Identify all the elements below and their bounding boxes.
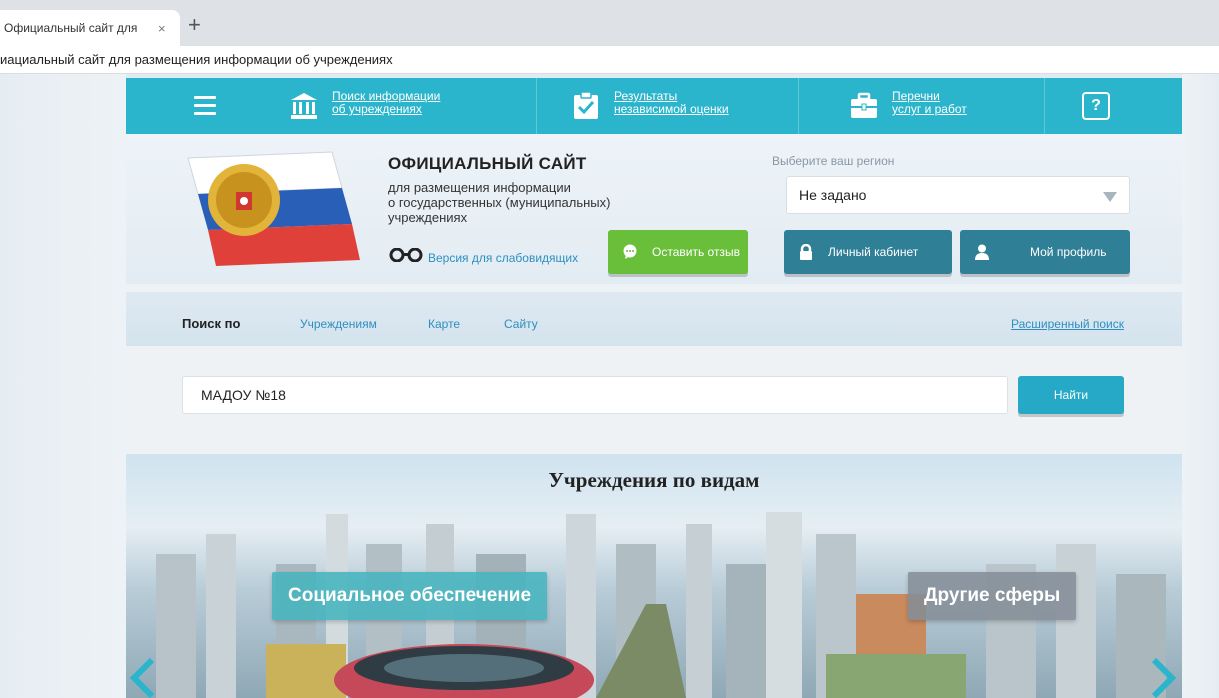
leave-feedback-button[interactable]: Оставить отзыв [608,230,748,274]
tab-title: Официальный сайт для [4,21,138,35]
browser-tab-bar: Официальный сайт для × + [0,0,1219,46]
category-social-security[interactable]: Социальное обеспечение [272,572,548,620]
institution-types-banner: Учреждения по видам Социальное обеспечен… [126,454,1182,698]
background-right [1182,74,1219,698]
advanced-search-link[interactable]: Расширенный поиск [1011,317,1124,331]
tab-map[interactable]: Карте [428,317,460,331]
find-button[interactable]: Найти [1018,376,1124,414]
nav-services-lists[interactable]: Перечни услуг и работ [846,88,967,124]
banner-title: Учреждения по видам [548,468,760,492]
browser-tab[interactable]: Официальный сайт для × [0,10,180,46]
tab-site[interactable]: Сайту [504,317,538,331]
search-area: Найти [126,346,1182,454]
carousel-prev-icon[interactable] [129,657,156,698]
nav-evaluation-results-label: Результаты независимой оценки [614,89,729,116]
category-other-spheres[interactable]: Другие сферы [908,572,1077,620]
region-select[interactable]: Не задано [786,176,1130,214]
chat-bubble-icon [622,244,638,260]
nav-divider [536,78,537,134]
user-icon [974,244,990,260]
my-profile-button[interactable]: Мой профиль [960,230,1130,274]
nav-evaluation-results[interactable]: Результаты независимой оценки [568,88,729,124]
site-title: ОФИЦИАЛЬНЫЙ САЙТ [388,154,587,173]
low-vision-version-link[interactable]: Версия для слабовидящих [388,247,579,267]
carousel-next-icon[interactable] [1150,657,1177,698]
page: Поиск информации об учреждениях Результа… [0,74,1219,698]
glasses-icon [388,247,424,267]
background-left [0,74,126,698]
personal-cabinet-button[interactable]: Личный кабинет [784,230,952,274]
help-icon[interactable]: ? [1082,92,1110,120]
nav-divider [798,78,799,134]
coat-of-arms-flag-logo[interactable] [182,148,360,272]
region-label: Выберите ваш регион [772,154,895,168]
briefcase-icon [846,88,882,124]
institution-icon [286,88,322,124]
close-tab-icon[interactable]: × [158,21,166,36]
personal-cabinet-label: Личный кабинет [828,245,919,259]
nav-search-institutions-label: Поиск информации об учреждениях [332,89,441,116]
search-by-label: Поиск по [182,316,241,331]
site-header: ОФИЦИАЛЬНЫЙ САЙТ для размещения информац… [126,134,1182,284]
nav-services-lists-label: Перечни услуг и работ [892,89,967,116]
address-bar[interactable]: иациальный сайт для размещения информаци… [0,46,1219,74]
top-navigation: Поиск информации об учреждениях Результа… [126,78,1182,134]
nav-search-institutions[interactable]: Поиск информации об учреждениях [286,88,440,124]
menu-icon[interactable] [194,96,216,116]
lock-icon [798,244,814,260]
dropdown-arrow-icon [1103,192,1117,202]
nav-divider [1044,78,1045,134]
my-profile-label: Мой профиль [1030,245,1107,259]
checklist-icon [568,88,604,124]
new-tab-button[interactable]: + [188,14,201,36]
leave-feedback-label: Оставить отзыв [652,245,740,259]
region-value: Не задано [799,187,867,203]
tab-institutions[interactable]: Учреждениям [300,317,377,331]
site-subtitle: для размещения информации о государствен… [388,180,611,225]
low-vision-label: Версия для слабовидящих [428,250,579,265]
search-input[interactable] [182,376,1008,414]
search-type-nav: Поиск по Учреждениям Карте Сайту Расшире… [126,292,1182,346]
